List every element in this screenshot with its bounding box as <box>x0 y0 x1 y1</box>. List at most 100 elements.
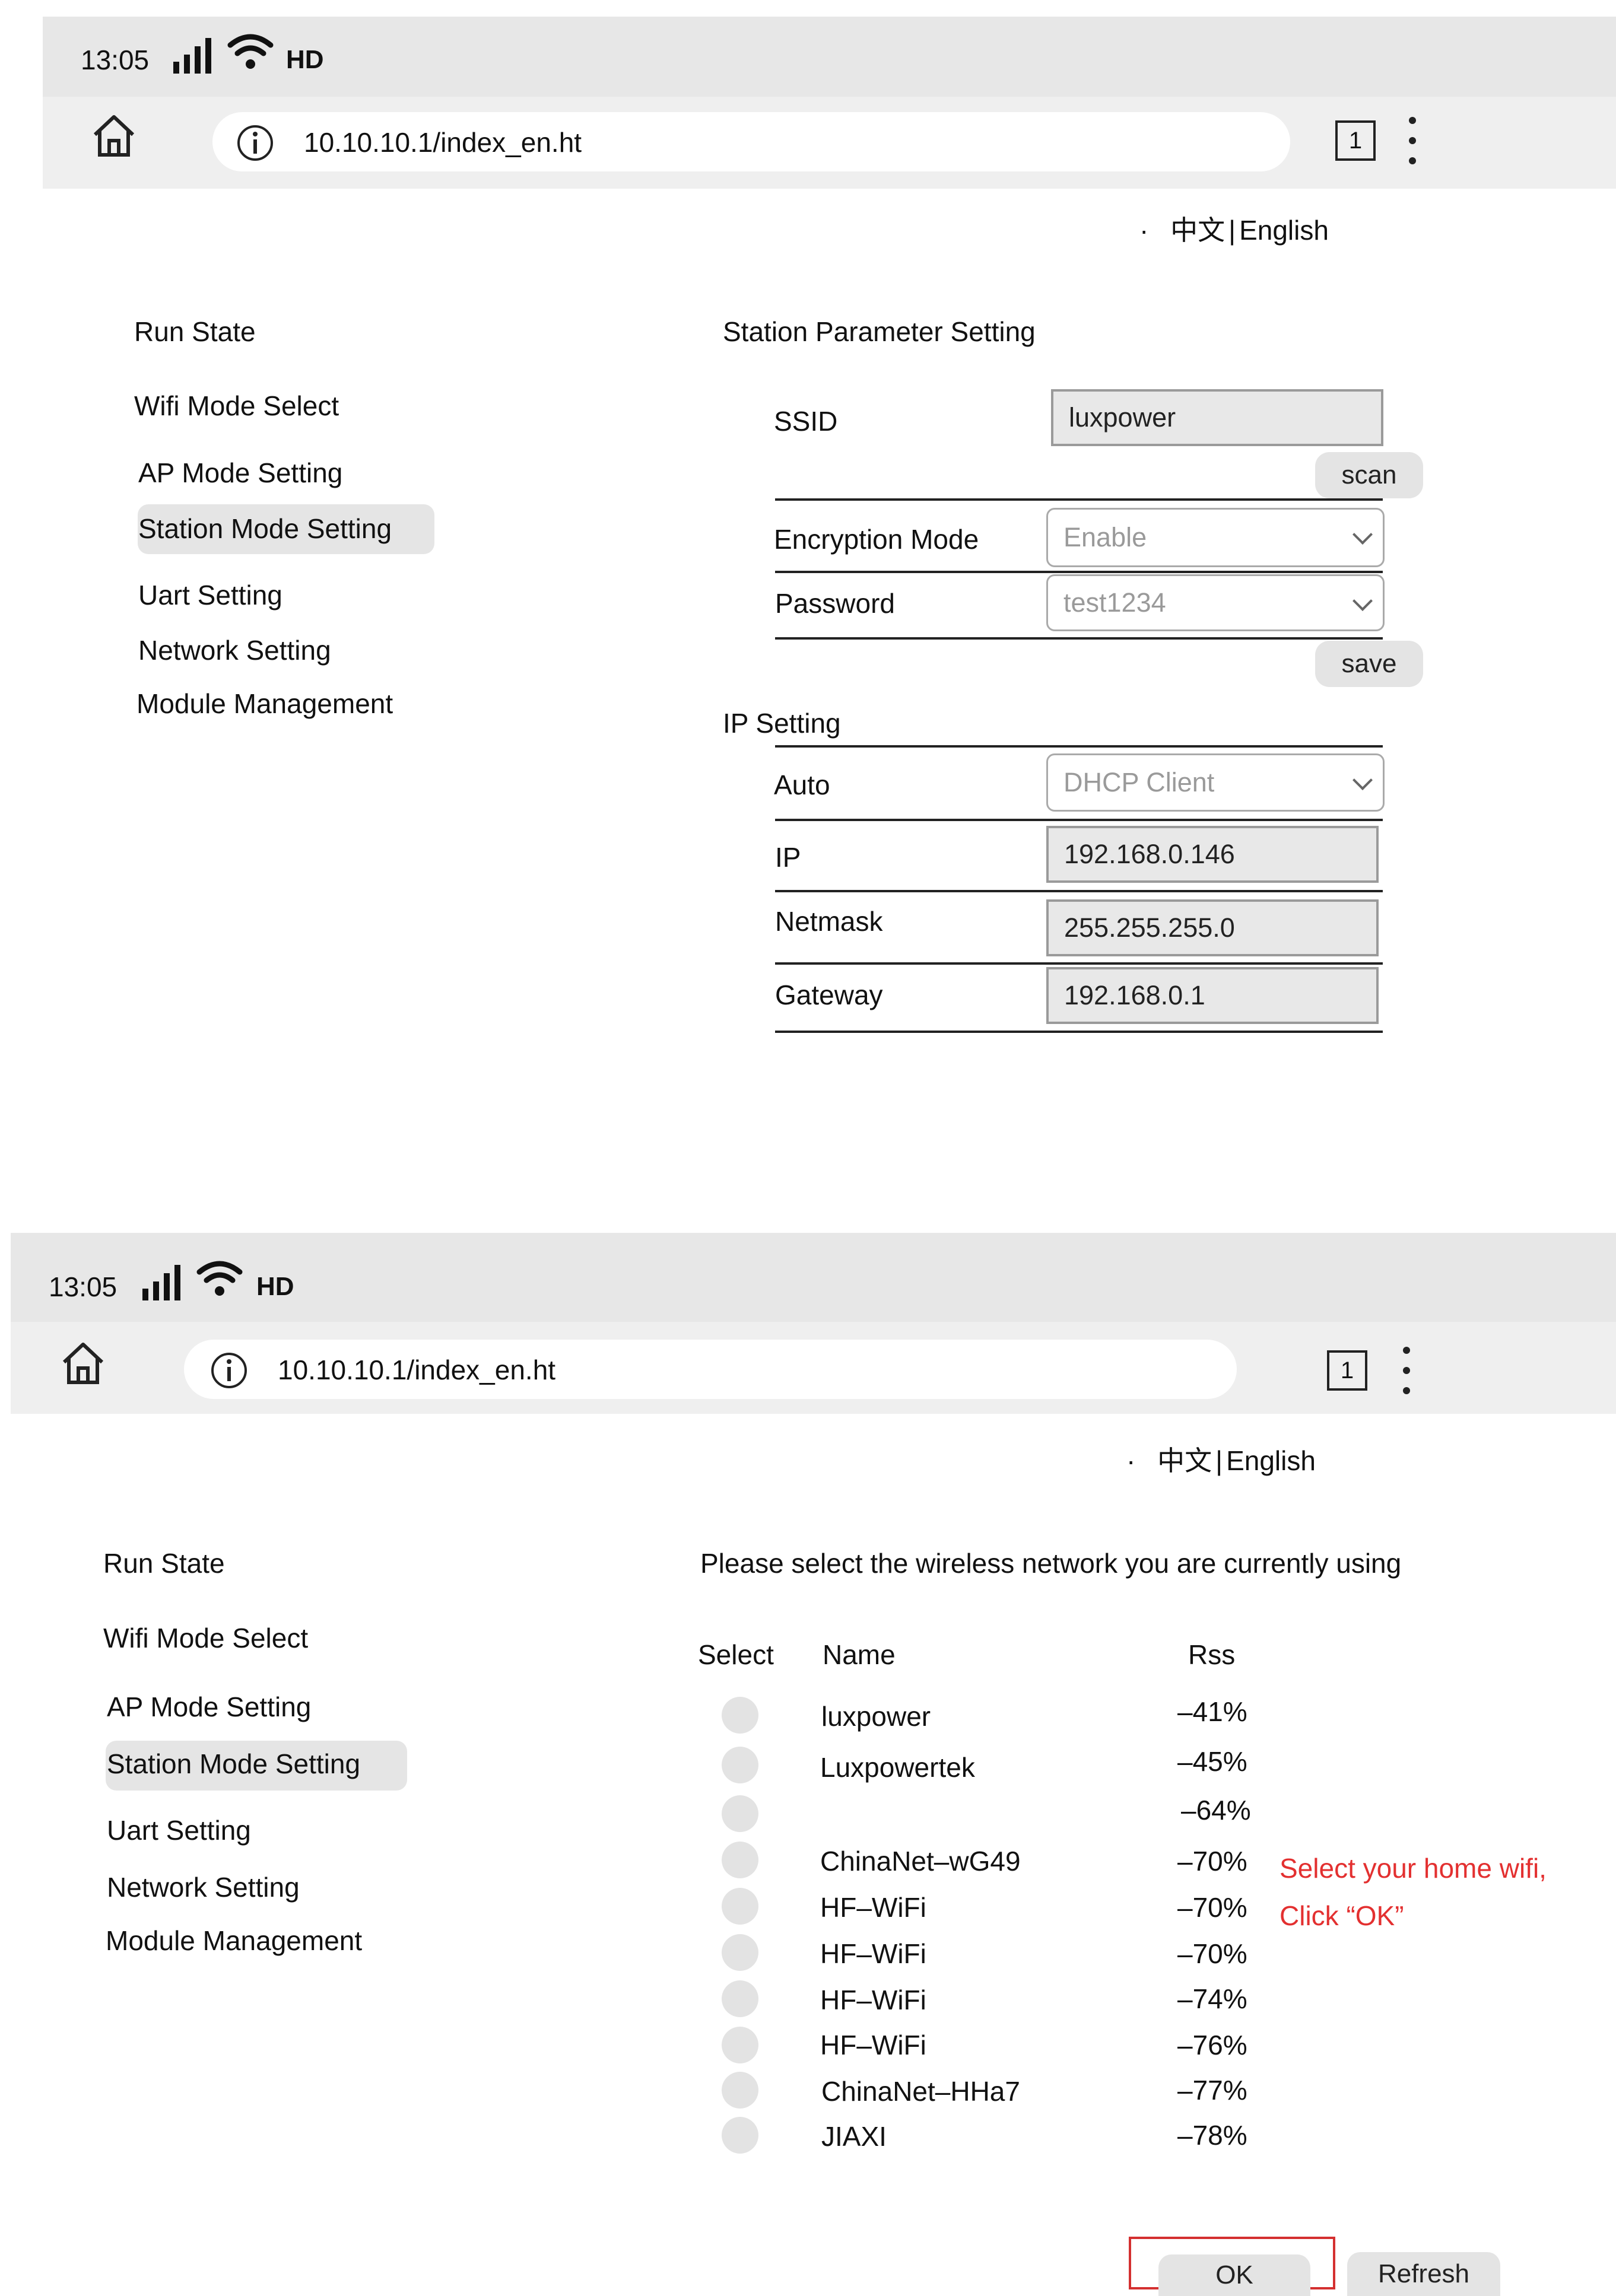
network-name: HF–WiFi <box>820 2030 926 2060</box>
divider <box>775 745 1383 748</box>
tab-count-button[interactable]: 1 <box>1335 120 1376 161</box>
chevron-down-icon <box>1353 524 1373 545</box>
network-type-label: HD <box>286 45 324 74</box>
network-rss: –70% <box>1177 1892 1247 1923</box>
ok-button[interactable]: OK <box>1158 2254 1310 2296</box>
network-name: luxpower <box>821 1701 931 1732</box>
network-rss: –41% <box>1177 1696 1247 1727</box>
language-chinese-link[interactable]: 中文 <box>1170 215 1225 246</box>
ip-section-title: IP Setting <box>723 708 841 739</box>
save-button[interactable]: save <box>1315 641 1423 687</box>
network-radio[interactable] <box>722 1980 758 2017</box>
auto-label: Auto <box>774 769 830 800</box>
gateway-field[interactable]: 192.168.0.1 <box>1046 967 1379 1024</box>
info-icon[interactable] <box>210 1351 248 1389</box>
wifi-icon <box>196 1261 243 1296</box>
sidebar-item-wifi-mode-select[interactable]: Wifi Mode Select <box>134 390 339 422</box>
language-separator: | <box>1228 215 1236 246</box>
screenshot-network-scan: 13:05 HD 10.10.10.1/index_en.ht 1 · 中文 |… <box>0 1228 1616 2296</box>
network-radio[interactable] <box>722 1842 758 1878</box>
gateway-label: Gateway <box>775 980 883 1010</box>
signal-icon <box>142 1265 180 1300</box>
password-value: test1234 <box>1063 587 1166 618</box>
tab-count-button[interactable]: 1 <box>1327 1350 1367 1391</box>
network-name: HF–WiFi <box>820 1938 926 1969</box>
sidebar-item-wifi-mode-select[interactable]: Wifi Mode Select <box>103 1622 308 1654</box>
url-text: 10.10.10.1/index_en.ht <box>304 127 582 158</box>
network-name: HF–WiFi <box>820 1985 926 2015</box>
status-bar: 13:05 HD <box>11 1233 1616 1322</box>
network-type-label: HD <box>256 1272 294 1301</box>
instruction-annotation-line2: Click “OK” <box>1280 1900 1404 1931</box>
network-rss: –70% <box>1177 1938 1247 1969</box>
sidebar-item-network-setting[interactable]: Network Setting <box>107 1871 300 1903</box>
ssid-label: SSID <box>774 406 838 437</box>
scan-button[interactable]: scan <box>1315 452 1423 498</box>
network-rss: –76% <box>1177 2030 1247 2060</box>
divider <box>775 890 1383 892</box>
language-bullet: · <box>1126 1445 1136 1476</box>
network-radio[interactable] <box>722 2072 758 2109</box>
network-radio[interactable] <box>722 1747 758 1783</box>
netmask-field[interactable]: 255.255.255.0 <box>1046 899 1379 956</box>
info-icon[interactable] <box>236 124 274 162</box>
url-bar[interactable]: 10.10.10.1/index_en.ht <box>212 112 1290 171</box>
divider <box>775 571 1383 573</box>
home-icon[interactable] <box>61 1341 106 1386</box>
column-header-rss: Rss <box>1188 1639 1236 1670</box>
sidebar-item-module-management[interactable]: Module Management <box>136 688 393 720</box>
more-menu-icon[interactable] <box>1409 117 1417 177</box>
status-time: 13:05 <box>81 44 150 75</box>
sidebar-item-uart-setting[interactable]: Uart Setting <box>107 1814 251 1846</box>
encryption-mode-value: Enable <box>1063 522 1147 552</box>
encryption-mode-select[interactable]: Enable <box>1046 508 1385 567</box>
sidebar-item-network-setting[interactable]: Network Setting <box>138 634 331 666</box>
network-radio[interactable] <box>722 1888 758 1925</box>
wifi-icon <box>227 34 274 69</box>
ip-field[interactable]: 192.168.0.146 <box>1046 826 1379 883</box>
chevron-down-icon <box>1353 770 1373 790</box>
sidebar-item-run-state[interactable]: Run State <box>103 1547 225 1579</box>
url-bar[interactable]: 10.10.10.1/index_en.ht <box>184 1340 1237 1399</box>
auto-value: DHCP Client <box>1063 767 1215 797</box>
divider <box>775 637 1383 640</box>
network-name: JIAXI <box>821 2121 887 2152</box>
sidebar-item-module-management[interactable]: Module Management <box>106 1925 362 1957</box>
encryption-mode-label: Encryption Mode <box>774 524 979 555</box>
ip-label: IP <box>775 842 801 873</box>
network-name: ChinaNet–wG49 <box>820 1846 1021 1877</box>
divider <box>775 819 1383 821</box>
more-menu-icon[interactable] <box>1403 1347 1411 1407</box>
language-bullet: · <box>1139 215 1149 246</box>
divider <box>775 498 1383 501</box>
language-separator: | <box>1215 1445 1223 1476</box>
network-radio[interactable] <box>722 1697 758 1734</box>
sidebar-item-ap-mode-setting[interactable]: AP Mode Setting <box>107 1691 311 1723</box>
column-header-select: Select <box>698 1639 774 1670</box>
sidebar-item-station-mode-setting[interactable]: Station Mode Setting <box>107 1748 360 1780</box>
language-english-link[interactable]: English <box>1239 215 1329 246</box>
auto-select[interactable]: DHCP Client <box>1046 753 1385 812</box>
network-name: ChinaNet–HHa7 <box>821 2076 1020 2107</box>
browser-toolbar: 10.10.10.1/index_en.ht 1 <box>11 1322 1616 1414</box>
network-radio[interactable] <box>722 1795 758 1832</box>
network-rss: –70% <box>1177 1846 1247 1877</box>
sidebar-item-uart-setting[interactable]: Uart Setting <box>138 579 282 611</box>
sidebar-item-run-state[interactable]: Run State <box>134 316 256 348</box>
screenshot-station-settings: 13:05 HD 10.10.10.1/index_en.ht 1 · 中文 |… <box>0 0 1616 1216</box>
sidebar-item-station-mode-setting[interactable]: Station Mode Setting <box>138 513 392 545</box>
password-field[interactable]: test1234 <box>1046 574 1385 631</box>
language-english-link[interactable]: English <box>1226 1445 1316 1476</box>
browser-toolbar: 10.10.10.1/index_en.ht 1 <box>43 97 1616 189</box>
network-radio[interactable] <box>722 1934 758 1971</box>
language-switch: · 中文 | English <box>1126 1439 1316 1478</box>
sidebar-item-ap-mode-setting[interactable]: AP Mode Setting <box>138 457 342 489</box>
language-chinese-link[interactable]: 中文 <box>1157 1445 1212 1476</box>
network-rss: –64% <box>1181 1795 1251 1826</box>
network-radio[interactable] <box>722 2117 758 2154</box>
ssid-field[interactable]: luxpower <box>1051 389 1383 446</box>
home-icon[interactable] <box>91 113 136 158</box>
network-rss: –45% <box>1177 1746 1247 1777</box>
station-section-title: Station Parameter Setting <box>723 316 1036 347</box>
network-radio[interactable] <box>722 2027 758 2063</box>
